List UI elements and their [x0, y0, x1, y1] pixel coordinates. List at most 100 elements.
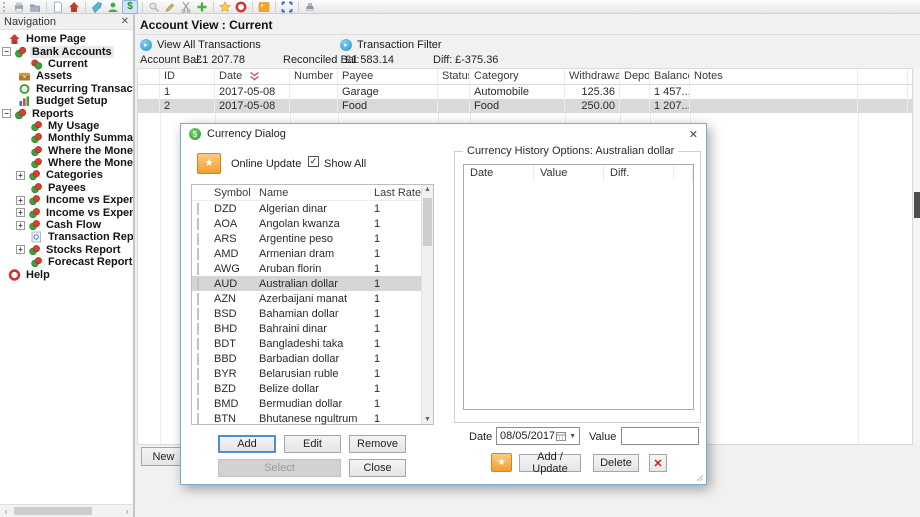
currency-row[interactable]: ARSArgentine peso1 [192, 231, 433, 246]
nav-item-forecast-report[interactable]: Forecast Report [0, 256, 133, 268]
currency-row[interactable]: BMDBermudian dollar1 [192, 396, 433, 411]
expand-icon[interactable]: + [16, 221, 25, 230]
nav-item-categories[interactable]: +Categories [0, 169, 133, 181]
currency-checkbox[interactable] [197, 248, 199, 260]
nav-item-payees[interactable]: Payees [0, 182, 133, 194]
edit-button[interactable]: Edit [284, 435, 341, 453]
history-online-update-button[interactable]: ★ [491, 453, 512, 472]
delete-button[interactable]: Delete [593, 454, 639, 472]
currency-checkbox[interactable] [197, 338, 199, 350]
save-icon[interactable] [12, 1, 26, 13]
dialog-titlebar[interactable]: $ Currency Dialog [181, 124, 706, 144]
transaction-filter-link[interactable]: ▸ Transaction Filter [340, 39, 442, 51]
home-icon[interactable] [67, 1, 81, 13]
col-diff[interactable]: Diff. [604, 165, 674, 181]
currency-row[interactable]: BZDBelize dollar1 [192, 381, 433, 396]
col-number[interactable]: Number [290, 69, 338, 84]
currency-icon[interactable]: $ [122, 0, 138, 14]
table-vertical-scrollbar[interactable] [914, 68, 920, 445]
delete-all-x-button[interactable]: ✕ [649, 454, 667, 472]
add-icon[interactable] [195, 1, 209, 13]
expand-icon[interactable]: + [16, 196, 25, 205]
show-all-checkbox[interactable]: ✓ [308, 156, 319, 167]
col-value[interactable]: Value [534, 165, 604, 181]
chevron-down-icon[interactable]: ▼ [569, 433, 576, 440]
nav-item-budget-setup[interactable]: Budget Setup [0, 95, 133, 107]
col-last-rate[interactable]: Last Rate [374, 187, 422, 199]
currency-checkbox[interactable] [197, 278, 199, 290]
help-icon[interactable] [234, 1, 248, 13]
col-date[interactable]: Date [464, 165, 534, 181]
currency-row-selected[interactable]: AUDAustralian dollar1 [192, 276, 433, 291]
collapse-icon[interactable]: − [2, 109, 11, 118]
nav-item-cash-flow[interactable]: +Cash Flow [0, 219, 133, 231]
col-status[interactable]: Status [438, 69, 470, 84]
nav-item-recurring-transactions[interactable]: Recurring Transactions [0, 83, 133, 95]
navigation-close-icon[interactable]: ✕ [121, 16, 129, 27]
collapse-icon[interactable]: − [2, 47, 11, 56]
currency-row[interactable]: DZDAlgerian dinar1 [192, 201, 433, 216]
col-date[interactable]: Date [215, 69, 290, 84]
fullscreen-icon[interactable] [280, 1, 294, 13]
list-vertical-scrollbar[interactable]: ▲ ▼ [421, 185, 433, 424]
nav-item-help[interactable]: Help [0, 268, 133, 280]
currency-checkbox[interactable] [197, 323, 199, 335]
remove-button[interactable]: Remove [349, 435, 406, 453]
col-name[interactable]: Name [259, 187, 374, 199]
currency-checkbox[interactable] [197, 413, 199, 425]
nav-item-where-money-comes[interactable]: Where the Money Comes [0, 157, 133, 169]
select-button[interactable]: Select [218, 459, 341, 477]
nav-item-reports[interactable]: −Reports [0, 107, 133, 119]
nav-item-where-money-goes[interactable]: Where the Money Goes [0, 145, 133, 157]
col-notes[interactable]: Notes [690, 69, 858, 84]
date-picker[interactable]: 08/05/2017 ▼ [496, 427, 580, 445]
folder-open-icon[interactable] [28, 1, 42, 13]
currency-row[interactable]: BBDBarbadian dollar1 [192, 351, 433, 366]
nav-horizontal-scrollbar[interactable]: ‹ › [0, 504, 133, 517]
nav-item-income-vs-expenses[interactable]: +Income vs Expenses [0, 194, 133, 206]
nav-item-stocks-report[interactable]: +Stocks Report [0, 244, 133, 256]
scroll-left-icon[interactable]: ‹ [0, 507, 12, 516]
currency-checkbox[interactable] [197, 203, 199, 215]
col-symbol[interactable]: Symbol [214, 187, 259, 199]
nav-item-income-vs-expenses-specific[interactable]: +Income vs Expenses - Spe [0, 206, 133, 218]
toolbar-grip[interactable] [3, 2, 8, 12]
search-icon[interactable] [147, 1, 161, 13]
nav-item-monthly-summary[interactable]: Monthly Summary of Acc [0, 132, 133, 144]
scroll-down-icon[interactable]: ▼ [422, 416, 433, 423]
currency-checkbox[interactable] [197, 293, 199, 305]
expand-icon[interactable]: + [16, 245, 25, 254]
currency-row[interactable]: BTNBhutanese ngultrum1 [192, 411, 433, 426]
close-button[interactable]: Close [349, 459, 406, 477]
currency-row[interactable]: AWGAruban florin1 [192, 261, 433, 276]
currency-row[interactable]: BHDBahraini dinar1 [192, 321, 433, 336]
edit-icon[interactable] [163, 1, 177, 13]
new-file-icon[interactable] [51, 1, 65, 13]
col-balance[interactable]: Balance [650, 69, 690, 84]
col-category[interactable]: Category [470, 69, 565, 84]
image-icon[interactable] [257, 1, 271, 13]
table-row[interactable]: 1 2017-05-08 Garage Automobile 125.36 1 … [138, 85, 912, 99]
scroll-up-icon[interactable]: ▲ [422, 186, 433, 193]
scroll-right-icon[interactable]: › [121, 507, 133, 516]
col-payee[interactable]: Payee [338, 69, 438, 84]
col-withdrawal[interactable]: Withdrawal [565, 69, 620, 84]
currency-row[interactable]: BYRBelarusian ruble1 [192, 366, 433, 381]
scrollbar-thumb[interactable] [14, 507, 92, 515]
currency-checkbox[interactable] [197, 218, 199, 230]
col-id[interactable]: ID [160, 69, 215, 84]
payee-icon[interactable] [106, 1, 120, 13]
cut-icon[interactable] [179, 1, 193, 13]
table-row-selected[interactable]: 2 2017-05-08 Food Food 250.00 1 207.... [138, 99, 912, 113]
col-deposit[interactable]: Deposit [620, 69, 650, 84]
star-icon[interactable] [218, 1, 232, 13]
nav-item-home-page[interactable]: Home Page [0, 33, 133, 45]
currency-checkbox[interactable] [197, 263, 199, 275]
scrollbar-thumb[interactable] [423, 198, 432, 246]
currency-row[interactable]: AMDArmenian dram1 [192, 246, 433, 261]
nav-item-assets[interactable]: Assets [0, 70, 133, 82]
online-update-button[interactable]: ★ [197, 153, 221, 174]
currency-row[interactable]: AZNAzerbaijani manat1 [192, 291, 433, 306]
add-update-button[interactable]: Add / Update [519, 454, 581, 472]
currency-row[interactable]: BSDBahamian dollar1 [192, 306, 433, 321]
